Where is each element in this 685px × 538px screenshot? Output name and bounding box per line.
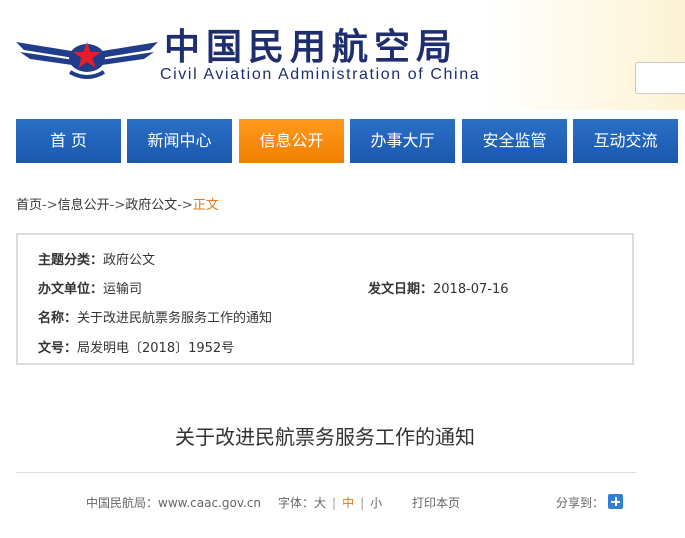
nav-item-home[interactable]: 首 页 — [16, 119, 121, 163]
search-input[interactable] — [635, 62, 685, 94]
breadcrumb-home[interactable]: 首页 — [16, 198, 42, 213]
info-doc-number-label: 文号： — [38, 341, 78, 356]
divider — [16, 472, 636, 473]
font-size-controls: 字体：大 | 中 | 小 — [278, 494, 382, 511]
document-info-box: 主题分类：政府公文 办文单位：运输司 发文日期：2018-07-16 名称：关于… — [16, 233, 634, 365]
site-title-english: Civil Aviation Administration of China — [160, 66, 481, 83]
breadcrumb-separator: -> — [42, 198, 58, 213]
print-link-wrap: 打印本页 — [412, 494, 460, 511]
nav-item-info-disclosure[interactable]: 信息公开 — [239, 119, 344, 163]
info-name-label: 名称： — [38, 311, 78, 326]
page: 中国民用航空局 Civil Aviation Administration of… — [0, 0, 685, 538]
info-date: 发文日期：2018-07-16 — [368, 278, 509, 297]
caac-wings-star-logo-icon[interactable] — [14, 28, 160, 84]
nav-item-interaction[interactable]: 互动交流 — [573, 119, 678, 163]
info-issuer-label: 办文单位： — [38, 282, 104, 297]
info-date-label: 发文日期： — [368, 282, 434, 297]
breadcrumb-government-docs[interactable]: 政府公文 — [125, 198, 177, 213]
font-size-large-link[interactable]: 大 — [314, 496, 326, 510]
breadcrumb-separator: -> — [177, 198, 193, 213]
breadcrumb: 首页->信息公开->政府公文->正文 — [16, 194, 219, 213]
breadcrumb-current: 正文 — [192, 198, 219, 213]
info-name: 名称：关于改进民航票务服务工作的通知 — [38, 307, 272, 326]
site-title-chinese: 中国民用航空局 — [164, 27, 459, 68]
nav-item-safety-supervision[interactable]: 安全监管 — [462, 119, 567, 163]
font-size-medium-link[interactable]: 中 — [342, 496, 354, 510]
info-doc-number: 文号：局发明电〔2018〕1952号 — [38, 337, 234, 356]
nav-item-service-hall[interactable]: 办事大厅 — [350, 119, 455, 163]
font-size-label: 字体： — [278, 496, 315, 510]
info-doc-number-value: 局发明电〔2018〕1952号 — [77, 341, 235, 356]
info-category-label: 主题分类： — [38, 253, 104, 268]
breadcrumb-separator: -> — [109, 198, 126, 213]
share-label: 分享到： — [556, 496, 605, 510]
info-date-value: 2018-07-16 — [433, 282, 509, 297]
info-issuer: 办文单位：运输司 — [38, 278, 142, 297]
info-name-value: 关于改进民航票务服务工作的通知 — [77, 311, 273, 326]
separator: | — [360, 496, 365, 510]
nav-item-news[interactable]: 新闻中心 — [127, 119, 232, 163]
info-category-value: 政府公文 — [103, 253, 156, 268]
share-plus-icon[interactable] — [608, 494, 623, 509]
info-category: 主题分类：政府公文 — [38, 249, 155, 268]
separator: | — [332, 496, 337, 510]
site-address: 中国民航局：www.caac.gov.cn — [86, 496, 262, 510]
info-issuer-value: 运输司 — [103, 282, 143, 297]
article-title: 关于改进民航票务服务工作的通知 — [175, 425, 475, 449]
print-page-link[interactable]: 打印本页 — [412, 496, 460, 510]
font-size-small-link[interactable]: 小 — [370, 496, 382, 510]
site-header: 中国民用航空局 Civil Aviation Administration of… — [0, 0, 685, 110]
breadcrumb-info-disclosure[interactable]: 信息公开 — [58, 198, 110, 213]
